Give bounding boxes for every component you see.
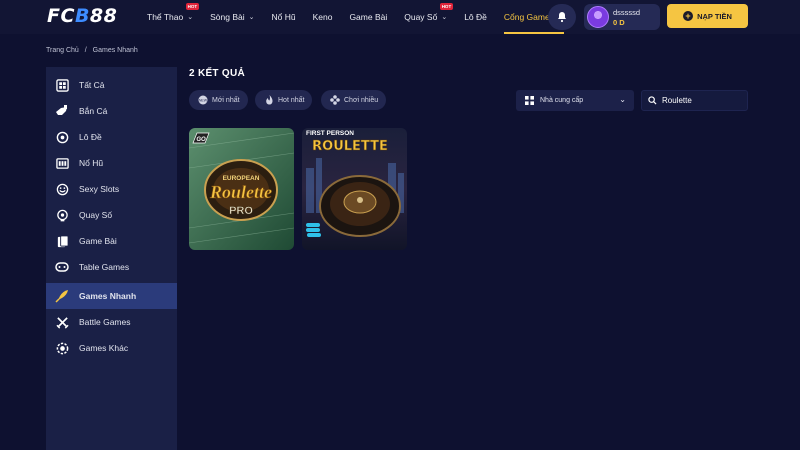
search-icon — [648, 96, 657, 105]
nav-quay-so[interactable]: Quay Số ⌄ HOT — [404, 0, 454, 34]
game-title-main: ROULETTE — [312, 139, 388, 154]
sidebar-item-games-khac[interactable]: Games Khác — [46, 335, 177, 361]
filter-newest-button[interactable]: NEW Mới nhất — [189, 90, 248, 110]
nav-the-thao[interactable]: Thể Thao ⌄ HOT — [147, 0, 200, 34]
user-account-box[interactable]: dsssssd 0 D — [584, 4, 660, 30]
balance: 0 D — [613, 18, 625, 27]
breadcrumb-home[interactable]: Trang Chủ — [46, 47, 79, 54]
notification-bell-button[interactable] — [548, 4, 576, 30]
sidebar-item-ban-ca[interactable]: Bắn Cá — [46, 98, 177, 124]
sidebar-item-no-hu[interactable]: Nổ Hũ — [46, 150, 177, 176]
sidebar-item-games-nhanh[interactable]: Games Nhanh — [46, 283, 177, 309]
breadcrumb-current: Games Nhanh — [92, 47, 138, 54]
sidebar-item-lo-de[interactable]: Lô Đề — [46, 124, 177, 150]
nav-lo-de[interactable]: Lô Đề — [464, 0, 487, 34]
sidebar-item-game-bai[interactable]: Game Bài — [46, 228, 177, 254]
game-card-european-roulette-pro[interactable]: GO EUROPEAN Roulette PRO — [189, 128, 294, 250]
svg-text:NEW: NEW — [199, 99, 208, 103]
chevron-down-icon: ⌄ — [187, 14, 194, 21]
plus-icon: + — [683, 11, 694, 21]
breadcrumb: Trang Chủ / Games Nhanh — [46, 47, 142, 54]
results-count: 2 KẾT QUẢ — [189, 68, 246, 79]
swords-icon — [55, 315, 69, 329]
nav-keno[interactable]: Keno — [313, 0, 333, 34]
go-badge: GO — [196, 137, 206, 143]
sidebar-item-quay-so[interactable]: Quay Số — [46, 202, 177, 228]
nav-game-bai[interactable]: Game Bài — [349, 0, 387, 34]
sidebar-item-table-games[interactable]: Table Games — [46, 254, 177, 280]
cards-icon — [55, 234, 69, 248]
game-title-top: EUROPEAN — [223, 175, 260, 182]
chevron-down-icon: ⌄ — [441, 14, 448, 21]
lottery-ball-icon — [55, 130, 69, 144]
gamepad-icon — [330, 95, 340, 105]
chip-icon — [55, 341, 69, 355]
game-title-main: Roulette — [209, 182, 272, 202]
hot-badge: HOT — [439, 3, 454, 10]
main-nav: Thể Thao ⌄ HOT Sòng Bài ⌄ Nổ Hũ Keno Game … — [147, 0, 581, 34]
top-header: FCB88 Thể Thao ⌄ HOT Sòng Bài ⌄ Nổ Hũ Keno… — [0, 0, 800, 34]
deposit-button[interactable]: + NẠP TIỀN — [667, 4, 748, 28]
bell-icon — [558, 12, 566, 23]
rocket-icon — [55, 289, 69, 303]
nav-song-bai[interactable]: Sòng Bài ⌄ — [210, 0, 254, 34]
provider-dropdown[interactable]: Nhà cung cấp ⌄ — [516, 90, 634, 111]
category-sidebar: Tất Cả Bắn Cá Lô Đề Nổ Hũ Sexy Slots Qua… — [46, 67, 177, 450]
filter-hottest-button[interactable]: Hot nhất — [255, 90, 313, 110]
fcb88-logo[interactable]: FCB88 — [47, 5, 117, 27]
new-icon: NEW — [198, 95, 208, 105]
nav-no-hu[interactable]: Nổ Hũ — [271, 0, 295, 34]
sidebar-item-sexy-slots[interactable]: Sexy Slots — [46, 176, 177, 202]
sidebar-item-battle-games[interactable]: Battle Games — [46, 309, 177, 335]
username: dsssssd — [613, 8, 641, 17]
game-title-sub: PRO — [229, 205, 253, 217]
game-title-top: FIRST PERSON — [306, 130, 354, 137]
fire-icon — [264, 95, 274, 105]
slot-machine-icon — [55, 156, 69, 170]
spin-icon — [55, 208, 69, 222]
chevron-down-icon: ⌄ — [619, 95, 626, 104]
game-card-first-person-roulette[interactable]: FIRST PERSON ROULETTE — [302, 128, 407, 250]
face-icon — [55, 182, 69, 196]
grid-icon — [525, 96, 534, 105]
breadcrumb-separator: / — [84, 47, 87, 54]
grid-icon — [55, 78, 69, 92]
fish-icon — [55, 104, 69, 118]
search-box[interactable] — [641, 90, 748, 111]
chevron-down-icon: ⌄ — [248, 14, 255, 21]
table-icon — [55, 260, 69, 274]
avatar[interactable] — [587, 6, 609, 28]
search-input[interactable] — [662, 96, 742, 105]
sidebar-item-tat-ca[interactable]: Tất Cả — [46, 72, 177, 98]
hot-badge: HOT — [185, 3, 200, 10]
filter-most-played-button[interactable]: Chơi nhiều — [321, 90, 387, 110]
